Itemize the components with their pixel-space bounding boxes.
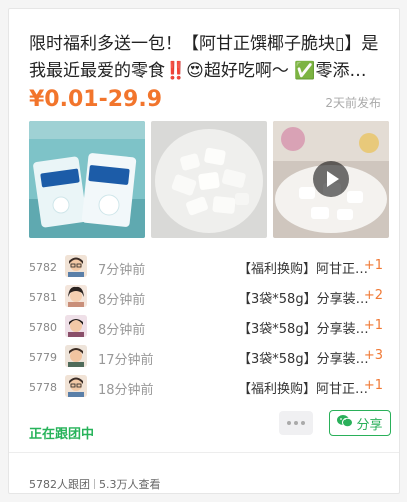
avatar	[65, 285, 87, 307]
posted-time: 2天前发布	[325, 96, 381, 110]
order-time: 7分钟前	[98, 263, 146, 278]
play-icon[interactable]	[313, 161, 349, 197]
order-product: 【3袋*58g】分享装椰子脆块	[238, 352, 370, 367]
order-quantity: +3	[363, 348, 383, 363]
order-time: 8分钟前	[98, 293, 146, 308]
order-row: 5778 18分钟前 【福利换购】阿甘正馔椰子脆块 +1	[29, 372, 401, 402]
following-status: 正在跟团中	[29, 427, 95, 442]
stats-line: 5782人跟团 5.3万人查看	[29, 476, 161, 492]
order-product: 【3袋*58g】分享装椰子脆块	[238, 322, 370, 337]
order-product: 【福利换购】阿甘正馔椰子脆块	[238, 382, 370, 397]
photo-gallery	[29, 121, 389, 238]
wechat-icon	[337, 414, 354, 432]
product-video-thumbnail[interactable]	[273, 121, 389, 238]
dot-icon	[301, 421, 305, 425]
order-number: 5782	[29, 261, 57, 274]
product-photo-1[interactable]	[29, 121, 145, 238]
dot-icon	[287, 421, 291, 425]
order-quantity: +1	[363, 318, 383, 333]
divider	[9, 452, 399, 453]
post-title[interactable]: 限时福利多送一包！【阿甘正馔椰子脆块▯】是我最近最爱的零食‼️😍超好吃啊～ ✅零…	[29, 31, 389, 85]
avatar	[65, 375, 87, 397]
avatar	[65, 255, 87, 277]
order-row: 5781 8分钟前 【3袋*58g】分享装椰子脆块 +2	[29, 282, 401, 312]
avatar	[65, 345, 87, 367]
share-label: 分享	[356, 417, 383, 433]
order-quantity: +2	[363, 288, 383, 303]
order-row: 5780 8分钟前 【3袋*58g】分享装椰子脆块 +1	[29, 312, 401, 342]
order-product: 【福利换购】阿甘正馔椰子脆块	[238, 262, 370, 277]
order-quantity: +1	[363, 258, 383, 273]
order-number: 5779	[29, 351, 57, 364]
order-number: 5781	[29, 291, 57, 304]
group-buy-card[interactable]: 限时福利多送一包！【阿甘正馔椰子脆块▯】是我最近最爱的零食‼️😍超好吃啊～ ✅零…	[8, 8, 400, 494]
dot-icon	[294, 421, 298, 425]
order-quantity: +1	[363, 378, 383, 393]
price-range: ¥0.01-29.9	[29, 87, 162, 112]
view-count: 5.3万人查看	[99, 478, 161, 491]
order-time: 17分钟前	[98, 353, 154, 368]
separator	[94, 479, 95, 489]
order-time: 18分钟前	[98, 383, 154, 398]
order-number: 5778	[29, 381, 57, 394]
avatar	[65, 315, 87, 337]
order-product: 【3袋*58g】分享装椰子脆块	[238, 292, 370, 307]
order-time: 8分钟前	[98, 323, 146, 338]
more-options-button[interactable]	[279, 411, 313, 435]
order-row: 5779 17分钟前 【3袋*58g】分享装椰子脆块 +3	[29, 342, 401, 372]
order-row: 5782 7分钟前 【福利换购】阿甘正馔椰子脆块 +1	[29, 252, 401, 282]
participant-count: 5782人跟团	[29, 478, 90, 491]
product-photo-2[interactable]	[151, 121, 267, 238]
order-number: 5780	[29, 321, 57, 334]
share-button[interactable]: 分享	[329, 410, 391, 436]
order-list: 5782 7分钟前 【福利换购】阿甘正馔椰子脆块 +1 5781 8分钟前 【3…	[29, 252, 401, 402]
